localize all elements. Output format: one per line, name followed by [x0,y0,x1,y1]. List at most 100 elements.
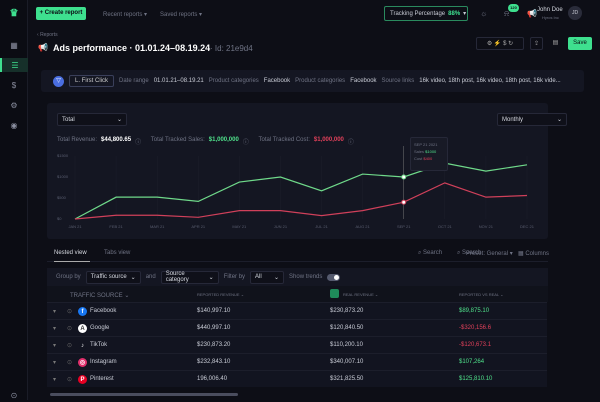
google-icon: A [78,324,87,333]
category-label-2: Product categories [295,78,346,84]
dollar-icon[interactable]: $ [7,78,21,92]
x-tick-label: DEC 21 [520,224,535,229]
date-range-label: Date range [119,78,149,84]
table-row[interactable]: ▾ ⊙ P Pinterest 196,006.40 $321,825.50 $… [47,370,547,387]
attribution-toolbar[interactable]: ⚙ ⚡ $ ↻ [476,37,524,50]
tab-tabs-view[interactable]: Tabs view [104,250,130,256]
report-id: · Id: 21e9d4 [210,44,253,53]
dashboard-icon[interactable]: ▦ [7,38,21,52]
user-name: John Doe [537,7,563,13]
table-row[interactable]: ▾ ⊙ f Facebook $140,997.10 $230,873.20 $… [47,302,547,319]
source-name: Facebook [90,308,117,314]
breadcrumb[interactable]: ‹ Reports [37,32,58,38]
x-tick-label: MAR 21 [150,224,165,229]
y-tick-label: $0 [57,216,62,221]
data-point [401,174,407,180]
notification-badge: 120 [508,4,519,12]
sidebar: ♛ ▦ ☰ $ ⚙ ◉ ⊙ [0,0,28,400]
inspect-icon[interactable]: ⊙ [67,376,72,383]
filter-bar: ▽ L. First Click Date range 01.01.21–08.1… [41,70,584,92]
recent-reports-menu[interactable]: Recent reports ▾ [103,11,147,18]
attribution-chip[interactable]: L. First Click [69,75,115,87]
topbar: + Create report Recent reports ▾ Saved r… [28,0,600,28]
x-tick-label: JUN 21 [274,224,288,229]
expand-icon[interactable]: ▾ [53,376,56,383]
eye-icon[interactable]: ◉ [7,118,21,132]
series-line-sales [74,162,528,220]
filter-by-label: Filter by [223,274,246,280]
tab-nested-view[interactable]: Nested view [54,250,90,262]
reported-revenue: $230,873.20 [197,342,231,348]
create-report-button[interactable]: + Create report [36,7,86,20]
source-category-select[interactable]: Source category ⌄ [160,270,219,284]
y-tick-label: $1500 [57,153,69,158]
saved-reports-menu[interactable]: Saved reports ▾ [160,11,202,18]
inspect-icon[interactable]: ⊙ [67,308,72,315]
tracking-percentage-dropdown[interactable]: Tracking Percentage 88% ▾ [384,6,468,21]
category-label: Product categories [208,78,259,84]
series-line-cost [74,182,528,220]
filter-select[interactable]: All ⌄ [250,270,285,284]
megaphone-icon[interactable]: 📢 [527,9,537,18]
inspect-icon[interactable]: ⊙ [67,359,72,366]
source-name: Pinterest [90,376,114,382]
col-reported-vs-real[interactable]: REPORTED VS REAL ⌄ [459,292,503,297]
save-button[interactable]: Save [568,37,592,50]
and-label: and [145,274,156,280]
export-icon[interactable]: ▤ [549,37,562,50]
inspect-icon[interactable]: ⊙ [67,342,72,349]
expand-icon[interactable]: ▾ [53,359,56,366]
preset-dropdown[interactable]: Preset: General ▾ [466,250,513,257]
real-revenue: $340,007.10 [330,359,364,365]
tiktok-icon: ♪ [78,341,87,350]
share-icon[interactable]: ⇪ [530,37,543,50]
columns-button[interactable]: ▦ Columns [518,250,549,257]
real-revenue: $110,200.10 [330,342,363,348]
reported-revenue: 196,006.40 [197,376,228,382]
x-tick-label: SEP 21 [397,224,411,229]
expand-icon[interactable]: ▾ [53,308,56,315]
avatar[interactable]: JD [568,6,582,20]
line-chart: JAN 21 FEB 21 MAR 21 APR 21 MAY 21 JUN 21 JUL … [57,146,535,229]
show-trends-toggle[interactable] [327,273,341,281]
chart-tooltip: SEP 21 2021 Sales $1000 Cost $400 [410,137,448,171]
col-reported-revenue[interactable]: REPORTED REVENUE ⌄ [197,292,244,297]
reported-vs-real: $89,875.10 [459,308,490,314]
user-org: Hyros Inc [542,15,559,20]
inspect-icon[interactable]: ⊙ [67,325,72,332]
col-traffic-source[interactable]: TRAFFIC SOURCE ⌄ [70,292,129,299]
source-name: Google [90,325,110,331]
category-value-2[interactable]: Facebook [350,78,376,84]
pinterest-icon: P [78,375,87,384]
x-tick-label: MAY 21 [232,224,247,229]
table-toolbar: Group by Traffic source ⌄ and Source cate… [47,268,548,286]
real-revenue: $230,873.20 [330,308,364,314]
x-tick-label: APR 21 [191,224,206,229]
table-row[interactable]: ▾ ⊙ ♪ TikTok $230,873.20 $110,200.10 -$1… [47,336,547,353]
filter-icon[interactable]: ▽ [53,75,64,87]
reported-revenue: $440,997.10 [197,325,231,331]
col-real-revenue[interactable]: REAL REVENUE ⌄ [343,292,378,297]
group-by-select[interactable]: Traffic source ⌄ [85,270,141,284]
search-button[interactable]: ⌕ Search [418,250,442,257]
x-tick-label: JUL 21 [315,224,328,229]
date-range-value[interactable]: 01.01.21–08.19.21 [154,78,204,84]
reported-vs-real: -$320,156.6 [459,325,492,331]
x-tick-label: NOV 21 [479,224,494,229]
source-name: TikTok [90,342,108,348]
x-tick-label: JAN 21 [68,224,82,229]
category-value[interactable]: Facebook [264,78,290,84]
table-row[interactable]: ▾ ⊙ A Google $440,997.10 $120,840.50 -$3… [47,319,547,336]
expand-icon[interactable]: ▾ [53,325,56,332]
table-row[interactable]: ▾ ⊙ ◎ Instagram $232,843.10 $340,007.10 … [47,353,547,370]
reports-icon[interactable]: ☰ [0,58,28,72]
settings-icon[interactable]: ⚙ [7,98,21,112]
expand-icon[interactable]: ▾ [53,342,56,349]
breadcrumb-reports[interactable]: Reports [40,32,58,38]
tracking-value: 88% [448,10,461,17]
theme-icon[interactable]: ☼ [480,9,487,18]
show-trends-label: Show trends [289,274,323,280]
real-revenue: $321,825.50 [330,376,364,382]
horizontal-scrollbar[interactable] [50,393,238,396]
source-links-value[interactable]: 16k video, 18th post, 16k video, 18th po… [419,78,560,84]
